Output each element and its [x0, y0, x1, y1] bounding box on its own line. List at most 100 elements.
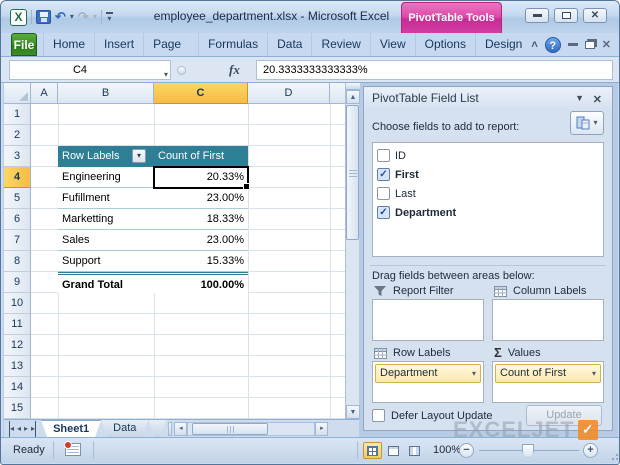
- row-header-12[interactable]: 12: [4, 335, 31, 356]
- insert-worksheet-tab[interactable]: [148, 420, 166, 437]
- workbook-close-icon[interactable]: ✕: [602, 38, 611, 51]
- formula-input[interactable]: 20.3333333333333%: [256, 60, 613, 80]
- column-header-a[interactable]: A: [31, 83, 58, 104]
- column-header-d[interactable]: D: [248, 83, 330, 104]
- last-sheet-icon[interactable]: ▸: [31, 420, 37, 437]
- row-header-8[interactable]: 8: [4, 251, 31, 272]
- column-header-c-selected[interactable]: C: [154, 83, 248, 104]
- page-break-view-button[interactable]: [405, 442, 424, 459]
- field-pill-department[interactable]: Department ▾: [375, 364, 481, 383]
- redo-icon[interactable]: ↷: [78, 10, 89, 24]
- name-box[interactable]: C4 ▾: [9, 60, 171, 80]
- pill-dropdown-icon[interactable]: ▾: [472, 370, 476, 378]
- selected-cell-c4[interactable]: [153, 166, 250, 190]
- row-header-9[interactable]: 9: [4, 272, 31, 293]
- pivot-row-value[interactable]: 18.33%: [154, 209, 248, 230]
- redo-dropdown-icon[interactable]: ▾: [93, 13, 97, 21]
- pivot-grand-total-label[interactable]: Grand Total: [58, 272, 154, 293]
- prev-sheet-icon[interactable]: ◂: [17, 421, 21, 437]
- horizontal-scrollbar[interactable]: [187, 421, 316, 436]
- scroll-up-icon[interactable]: ▲: [346, 90, 360, 104]
- vertical-scrollbar[interactable]: ▲ ▼: [345, 83, 360, 419]
- zoom-level[interactable]: 100%: [433, 444, 461, 456]
- report-filter-dropzone[interactable]: [372, 299, 484, 341]
- zoom-slider-thumb[interactable]: [522, 444, 534, 458]
- row-labels-filter-icon[interactable]: ▾: [132, 149, 146, 163]
- field-pill-count-of-first[interactable]: Count of First ▾: [495, 364, 601, 383]
- first-sheet-icon[interactable]: ◂: [9, 420, 14, 437]
- tab-insert[interactable]: Insert: [95, 33, 145, 56]
- resize-grip[interactable]: [608, 450, 618, 460]
- tab-split-handle[interactable]: [168, 421, 173, 436]
- zoom-in-icon[interactable]: +: [583, 443, 598, 458]
- select-all-corner[interactable]: [4, 83, 31, 104]
- customize-qat-icon[interactable]: ▾: [105, 11, 113, 23]
- zoom-out-icon[interactable]: −: [459, 443, 474, 458]
- pivot-row-label[interactable]: Sales: [58, 230, 154, 251]
- restore-button[interactable]: [554, 8, 578, 23]
- help-icon[interactable]: ?: [544, 36, 561, 53]
- values-dropzone[interactable]: Count of First ▾: [492, 361, 604, 403]
- pivot-grand-total-value[interactable]: 100.00%: [154, 272, 248, 293]
- scroll-down-icon[interactable]: ▼: [346, 405, 360, 419]
- row-header-7[interactable]: 7: [4, 230, 31, 251]
- row-labels-dropzone[interactable]: Department ▾: [372, 361, 484, 403]
- pivot-row-label[interactable]: Fufillment: [58, 188, 154, 209]
- split-handle[interactable]: [346, 83, 360, 90]
- pane-close-icon[interactable]: ✕: [593, 93, 602, 106]
- row-header-4-selected[interactable]: 4: [4, 167, 31, 188]
- page-layout-view-button[interactable]: [384, 442, 403, 459]
- field-list-layout-button[interactable]: ▾: [570, 111, 604, 135]
- pivot-row-value[interactable]: 15.33%: [154, 251, 248, 272]
- row-header-10[interactable]: 10: [4, 293, 31, 314]
- tab-view[interactable]: View: [371, 33, 416, 56]
- horizontal-scroll-thumb[interactable]: [192, 422, 269, 435]
- undo-dropdown-icon[interactable]: ▾: [70, 13, 74, 21]
- excel-app-icon[interactable]: X: [10, 8, 27, 26]
- checkbox-unchecked-icon[interactable]: [377, 149, 390, 162]
- next-sheet-icon[interactable]: ▸: [24, 421, 28, 437]
- tab-data[interactable]: Data: [268, 33, 313, 56]
- name-box-dropdown-icon[interactable]: ▾: [164, 66, 168, 84]
- macro-record-icon[interactable]: [64, 441, 81, 456]
- tab-file[interactable]: File: [11, 33, 38, 56]
- tab-options[interactable]: Options: [416, 33, 476, 56]
- workbook-restore-icon[interactable]: [584, 40, 595, 49]
- field-item-id[interactable]: ID: [377, 146, 599, 165]
- vertical-scroll-thumb[interactable]: [346, 105, 359, 240]
- row-header-1[interactable]: 1: [4, 104, 31, 125]
- field-item-department[interactable]: ✓ Department: [377, 203, 599, 222]
- tab-formulas[interactable]: Formulas: [199, 33, 269, 56]
- row-header-15[interactable]: 15: [4, 398, 31, 419]
- column-labels-dropzone[interactable]: [492, 299, 604, 341]
- row-header-2[interactable]: 2: [4, 125, 31, 146]
- pane-menu-icon[interactable]: ▼: [575, 93, 584, 103]
- sheet-tab-sheet1[interactable]: Sheet1: [41, 420, 101, 437]
- tab-page-layout[interactable]: Page Layout: [144, 33, 200, 74]
- insert-function-icon[interactable]: fx: [229, 62, 240, 78]
- field-item-last[interactable]: Last: [377, 184, 599, 203]
- tab-design[interactable]: Design: [476, 33, 531, 56]
- undo-icon[interactable]: ↶: [55, 10, 66, 24]
- tab-home[interactable]: Home: [43, 33, 96, 56]
- pivot-row-value[interactable]: 23.00%: [154, 230, 248, 251]
- update-button[interactable]: Update: [526, 405, 602, 426]
- checkbox-unchecked-icon[interactable]: [377, 187, 390, 200]
- pivot-row-label[interactable]: Engineering: [58, 167, 154, 188]
- minimize-ribbon-icon[interactable]: ˄: [531, 39, 537, 51]
- row-header-3[interactable]: 3: [4, 146, 31, 167]
- normal-view-button[interactable]: [363, 442, 382, 459]
- pill-dropdown-icon[interactable]: ▾: [592, 370, 596, 378]
- workbook-minimize-icon[interactable]: [567, 43, 578, 46]
- pivot-row-value[interactable]: 23.00%: [154, 188, 248, 209]
- pivot-row-label[interactable]: Marketting: [58, 209, 154, 230]
- tab-review[interactable]: Review: [312, 33, 371, 56]
- field-item-first[interactable]: ✓ First: [377, 165, 599, 184]
- save-icon[interactable]: [36, 10, 51, 24]
- row-header-14[interactable]: 14: [4, 377, 31, 398]
- checkbox-checked-icon[interactable]: ✓: [377, 168, 390, 181]
- sheet-tab-data[interactable]: Data: [101, 420, 148, 437]
- row-header-5[interactable]: 5: [4, 188, 31, 209]
- checkbox-checked-icon[interactable]: ✓: [377, 206, 390, 219]
- column-header-b[interactable]: B: [58, 83, 154, 104]
